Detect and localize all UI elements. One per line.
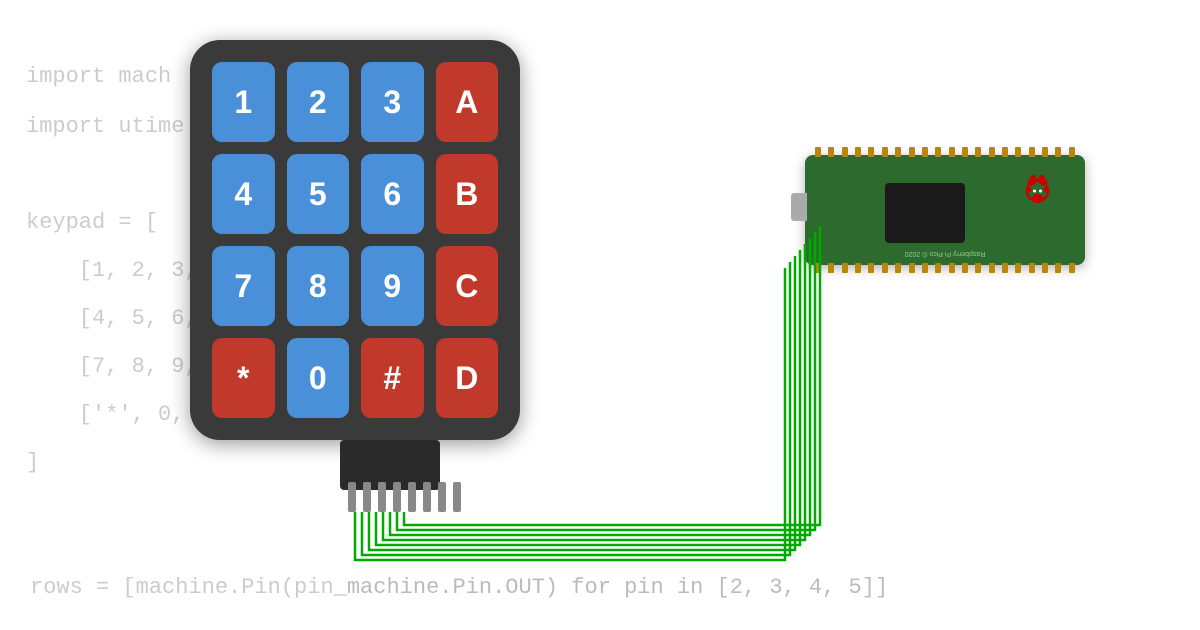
- background-code: import mach import utime keypad = [ [1, …: [0, 0, 1200, 630]
- key-2[interactable]: 2: [287, 62, 350, 142]
- key-0[interactable]: 0: [287, 338, 350, 418]
- bg-line-2: import utime: [26, 114, 184, 139]
- key-8[interactable]: 8: [287, 246, 350, 326]
- bg-line-1: import mach: [26, 64, 171, 89]
- key-3[interactable]: 3: [361, 62, 424, 142]
- key-4[interactable]: 4: [212, 154, 275, 234]
- key-6[interactable]: 6: [361, 154, 424, 234]
- key-c[interactable]: C: [436, 246, 499, 326]
- key-9[interactable]: 9: [361, 246, 424, 326]
- key-1[interactable]: 1: [212, 62, 275, 142]
- bottom-code-line: rows = [machine.Pin(pin_machine.Pin.OUT)…: [30, 575, 888, 600]
- pico-label: Raspberry Pi Pico © 2020: [905, 250, 986, 257]
- key-7[interactable]: 7: [212, 246, 275, 326]
- bg-line-8: ]: [26, 450, 39, 475]
- raspberry-pi-pico: Raspberry Pi Pico © 2020: [805, 155, 1085, 265]
- key-5[interactable]: 5: [287, 154, 350, 234]
- key-b[interactable]: B: [436, 154, 499, 234]
- bg-line-3: keypad = [: [26, 210, 158, 235]
- pico-chip: [885, 183, 965, 243]
- pico-logo: [1015, 170, 1065, 220]
- key-a[interactable]: A: [436, 62, 499, 142]
- connector-pins: [348, 482, 461, 512]
- pico-usb-port: [791, 193, 807, 221]
- pico-bottom-pins: [815, 263, 1075, 273]
- key-star[interactable]: *: [212, 338, 275, 418]
- keypad: 1 2 3 A 4 5 6 B 7 8 9 C * 0 # D: [190, 40, 520, 440]
- wires-diagram: [0, 0, 1200, 630]
- key-d[interactable]: D: [436, 338, 499, 418]
- key-hash[interactable]: #: [361, 338, 424, 418]
- pico-board: Raspberry Pi Pico © 2020: [805, 155, 1085, 265]
- pico-top-pins: [815, 147, 1075, 157]
